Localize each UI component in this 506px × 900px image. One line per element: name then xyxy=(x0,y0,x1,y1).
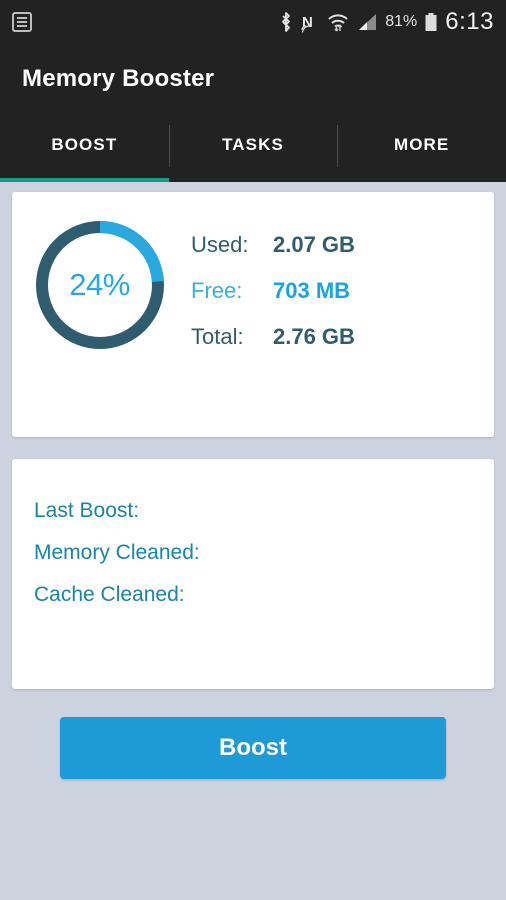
memory-stat-total-label: Total: xyxy=(191,324,244,349)
boost-history-card: Last Boost: Memory Cleaned: Cache Cleane… xyxy=(12,459,494,689)
battery-icon xyxy=(425,13,437,31)
memory-stat-used: Used: 2.07 GB xyxy=(191,232,355,258)
memory-stat-free-label: Free: xyxy=(191,278,243,303)
memory-stat-free-value: 703 MB xyxy=(273,278,351,303)
wifi-icon xyxy=(328,14,348,32)
cache-cleaned-label: Cache Cleaned: xyxy=(34,583,185,606)
memory-cleaned-label: Memory Cleaned: xyxy=(34,541,200,564)
nfc-icon: N xyxy=(301,14,313,33)
tab-more[interactable]: MORE xyxy=(337,114,506,182)
notifications-list-icon xyxy=(12,12,32,32)
status-bar-clock: 6:13 xyxy=(445,8,494,35)
last-boost-label: Last Boost: xyxy=(34,499,140,522)
memory-stat-total-value: 2.76 GB xyxy=(273,324,355,349)
memory-stat-total: Total: 2.76 GB xyxy=(191,324,355,350)
memory-donut-chart: 24% xyxy=(35,220,165,350)
tab-more-label: MORE xyxy=(393,135,450,154)
app-screen: N 81% 6:13 Memory Booster BOOST TASKS MO… xyxy=(0,0,506,900)
boost-button-wrap: Boost xyxy=(0,717,506,779)
memory-usage-card: 24% Used: 2.07 GB Free: 703 MB Total: 2.… xyxy=(12,192,494,437)
bluetooth-icon xyxy=(282,12,291,32)
memory-stats-list: Used: 2.07 GB Free: 703 MB Total: 2.76 G… xyxy=(187,192,355,350)
status-bar: N 81% 6:13 xyxy=(0,0,506,44)
memory-percent-label: 24% xyxy=(69,267,130,302)
battery-percent-label: 81% xyxy=(385,13,418,30)
tab-tasks[interactable]: TASKS xyxy=(168,114,338,182)
app-title: Memory Booster xyxy=(22,65,215,92)
tab-boost-label: BOOST xyxy=(51,135,118,154)
status-bar-left xyxy=(0,12,32,32)
cellular-signal-icon xyxy=(359,14,377,30)
memory-stat-used-label: Used: xyxy=(191,232,249,257)
tab-content-boost: 24% Used: 2.07 GB Free: 703 MB Total: 2.… xyxy=(0,182,506,900)
tab-bar: BOOST TASKS MORE xyxy=(0,114,506,182)
memory-donut-wrap: 24% xyxy=(12,192,187,350)
memory-stat-used-value: 2.07 GB xyxy=(273,232,355,257)
status-bar-right: N 81% 6:13 xyxy=(279,8,506,36)
tab-boost[interactable]: BOOST xyxy=(0,114,169,182)
boost-button[interactable]: Boost xyxy=(60,717,446,779)
app-bar: Memory Booster xyxy=(0,44,506,114)
memory-stat-free: Free: 703 MB xyxy=(191,278,355,304)
tab-tasks-label: TASKS xyxy=(222,135,284,154)
